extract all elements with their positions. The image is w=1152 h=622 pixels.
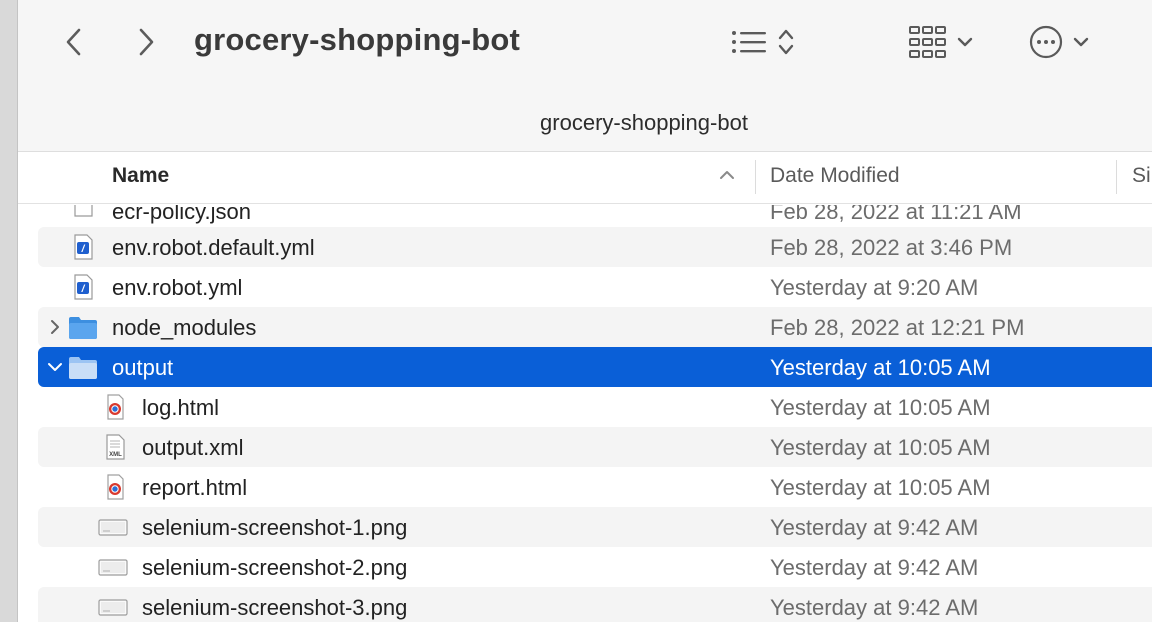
html-file-icon: [107, 474, 124, 500]
file-row[interactable]: ecr-policy.json Feb 28, 2022 at 11:21 AM: [38, 205, 1152, 227]
file-row[interactable]: report.html Yesterday at 10:05 AM: [38, 467, 1152, 507]
disclosure-closed-icon[interactable]: [46, 318, 64, 336]
file-date: Yesterday at 10:05 AM: [770, 475, 991, 500]
file-row[interactable]: / env.robot.yml Yesterday at 9:20 AM: [38, 267, 1152, 307]
file-name: env.robot.default.yml: [112, 235, 315, 260]
file-name: selenium-screenshot-2.png: [142, 555, 408, 580]
file-row[interactable]: log.html Yesterday at 10:05 AM: [38, 387, 1152, 427]
file-name: log.html: [142, 395, 220, 420]
file-row[interactable]: selenium-screenshot-2.png Yesterday at 9…: [38, 547, 1152, 587]
json-file-icon: [74, 205, 93, 217]
forward-button[interactable]: [126, 22, 166, 62]
ellipsis-circle-icon: [1029, 25, 1063, 59]
file-row[interactable]: selenium-screenshot-3.png Yesterday at 9…: [38, 587, 1152, 622]
path-title: grocery-shopping-bot: [540, 110, 748, 135]
file-date: Yesterday at 9:42 AM: [770, 595, 979, 620]
file-list: ecr-policy.json Feb 28, 2022 at 11:21 AM…: [18, 205, 1152, 622]
column-divider[interactable]: [755, 160, 756, 194]
png-file-icon: [98, 559, 128, 576]
file-name: report.html: [142, 475, 248, 500]
view-options-button[interactable]: [730, 20, 796, 64]
chevron-down-icon: [1073, 37, 1089, 47]
chevron-left-icon: [66, 28, 81, 56]
folder-row[interactable]: node_modules Feb 28, 2022 at 12:21 PM: [38, 307, 1152, 347]
column-divider[interactable]: [1116, 160, 1117, 194]
file-date: Yesterday at 10:05 AM: [770, 435, 991, 460]
file-name: selenium-screenshot-1.png: [142, 515, 408, 540]
file-date: Yesterday at 10:05 AM: [770, 395, 991, 420]
file-date: Yesterday at 9:42 AM: [770, 555, 979, 580]
html-file-icon: [107, 394, 124, 420]
folder-row-selected[interactable]: output Yesterday at 10:05 AM: [38, 347, 1152, 387]
back-button[interactable]: [54, 22, 94, 62]
file-name: ecr-policy.json: [112, 205, 251, 224]
chevron-right-icon: [139, 28, 154, 56]
window-edge: [0, 0, 18, 622]
column-header-size[interactable]: Si: [1132, 164, 1151, 188]
file-row[interactable]: XML output.xml Yesterday at 10:05 AM: [38, 427, 1152, 467]
png-file-icon: [98, 519, 128, 536]
folder-icon: [69, 357, 97, 379]
file-name: selenium-screenshot-3.png: [142, 595, 408, 620]
xml-file-icon: XML: [106, 434, 125, 460]
sort-updown-icon: [778, 29, 794, 55]
list-icon: [732, 31, 766, 53]
folder-icon: [69, 317, 97, 339]
more-actions-button[interactable]: [1028, 20, 1090, 64]
file-row[interactable]: selenium-screenshot-1.png Yesterday at 9…: [38, 507, 1152, 547]
file-name: env.robot.yml: [112, 275, 243, 300]
file-name: node_modules: [112, 315, 257, 340]
grid-icon: [909, 26, 946, 58]
file-name: output.xml: [142, 435, 244, 460]
file-name: output: [112, 355, 174, 380]
disclosure-open-icon[interactable]: [46, 358, 64, 376]
sort-ascending-icon[interactable]: [718, 166, 736, 189]
column-header-name[interactable]: Name: [112, 164, 169, 188]
file-date: Feb 28, 2022 at 3:46 PM: [770, 235, 1013, 260]
column-header: Name Date Modified Si: [18, 152, 1152, 204]
yml-file-icon: /: [74, 274, 93, 300]
yml-file-icon: /: [74, 234, 93, 260]
file-date: Yesterday at 10:05 AM: [770, 355, 991, 380]
group-button[interactable]: [908, 20, 974, 64]
file-row[interactable]: / env.robot.default.yml Feb 28, 2022 at …: [38, 227, 1152, 267]
file-date: Yesterday at 9:20 AM: [770, 275, 979, 300]
column-header-date[interactable]: Date Modified: [770, 164, 900, 188]
png-file-icon: [98, 599, 128, 616]
file-date: Yesterday at 9:42 AM: [770, 515, 979, 540]
chevron-down-icon: [957, 37, 973, 47]
svg-text:XML: XML: [109, 452, 122, 458]
file-date: Feb 28, 2022 at 11:21 AM: [770, 205, 1022, 224]
window-title: grocery-shopping-bot: [194, 22, 521, 57]
file-date: Feb 28, 2022 at 12:21 PM: [770, 315, 1025, 340]
toolbar: grocery-shopping-bot grocery-shopping-bo…: [18, 0, 1152, 152]
